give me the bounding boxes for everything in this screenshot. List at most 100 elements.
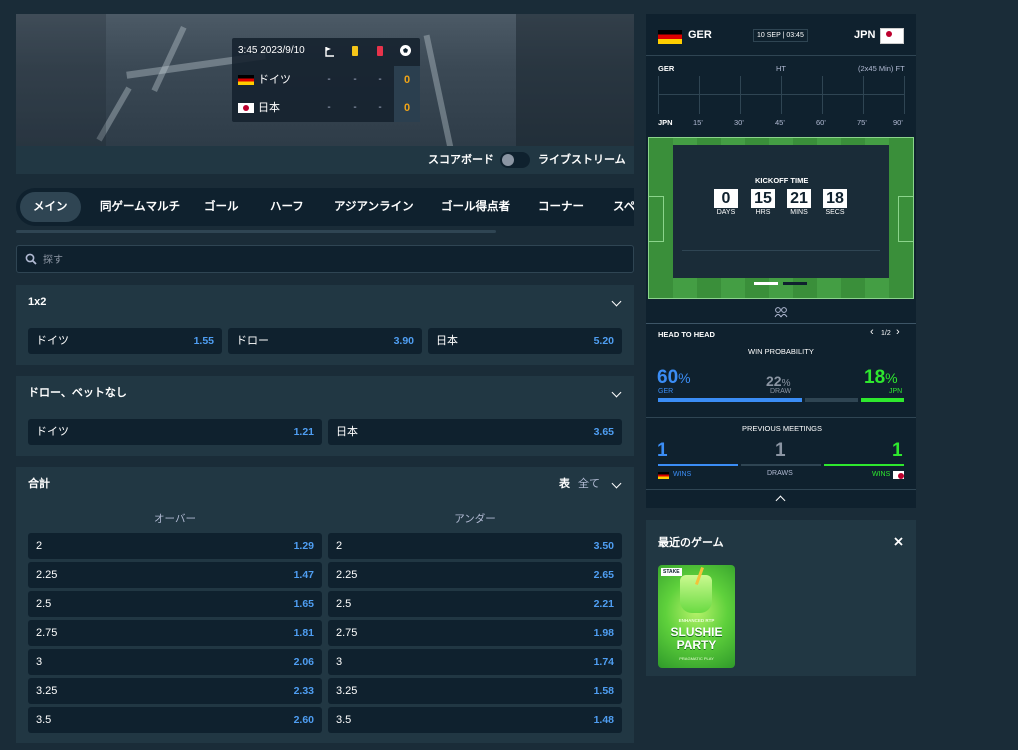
- odds-value: 1.47: [293, 569, 314, 581]
- home-wins-label: WINS: [673, 471, 692, 478]
- h2h-page-indicator: 1/2: [881, 330, 891, 337]
- line-value: 2: [336, 540, 343, 552]
- away-wins-bar: [824, 464, 904, 466]
- home-team-code: GER: [688, 29, 712, 41]
- odds-value: 5.20: [593, 335, 614, 347]
- home-wins-bar: [658, 464, 738, 466]
- red-cards-value: -: [378, 102, 382, 113]
- away-win-pct-value: 18: [864, 367, 886, 388]
- odds-value: 2.21: [593, 598, 614, 610]
- chevron-down-icon: [611, 387, 622, 398]
- countdown-label: MINS: [790, 209, 808, 216]
- divider: [646, 417, 916, 418]
- odds-value: 2.06: [293, 656, 314, 668]
- under-odds-button[interactable]: 2 3.50: [328, 533, 622, 559]
- timeline-tick: 60': [816, 118, 826, 127]
- under-odds-button[interactable]: 3.25 1.58: [328, 678, 622, 704]
- carousel-dot-active[interactable]: [754, 282, 778, 285]
- scoreboard-row-home: ドイツ - - - 0: [232, 66, 420, 94]
- germany-flag-icon: [658, 472, 669, 479]
- germany-flag-icon: [658, 30, 682, 44]
- game-card-slushie-party[interactable]: STAKE ENHANCED RTP SLUSHIE PARTY PRAGMAT…: [658, 565, 735, 668]
- tab-half[interactable]: ハーフ: [270, 188, 304, 226]
- odds-value: 1.98: [593, 627, 614, 639]
- draws-bar: [741, 464, 821, 466]
- tabs-scrollbar[interactable]: [16, 230, 496, 233]
- over-odds-button[interactable]: 3.5 2.60: [28, 707, 322, 733]
- under-odds-button[interactable]: 2.5 2.21: [328, 591, 622, 617]
- under-odds-button[interactable]: 2.75 1.98: [328, 620, 622, 646]
- timeline-gridline: [863, 76, 864, 114]
- tab-goals[interactable]: ゴール: [204, 188, 239, 226]
- carousel-dot[interactable]: [783, 282, 807, 285]
- home-label: GER: [658, 388, 674, 395]
- close-icon[interactable]: [894, 537, 903, 546]
- away-wins-label: WINS: [872, 471, 891, 478]
- under-odds-button[interactable]: 3.5 1.48: [328, 707, 622, 733]
- h2h-title: HEAD TO HEAD: [658, 330, 715, 339]
- away-prob-segment: [860, 398, 904, 402]
- market-header[interactable]: ドロー、ベットなし: [16, 376, 634, 410]
- countdown-label: HRS: [755, 209, 771, 216]
- search-input[interactable]: [41, 246, 625, 274]
- over-odds-button[interactable]: 3.25 2.33: [28, 678, 322, 704]
- table-view-label[interactable]: 表: [559, 467, 570, 501]
- market-draw-no-bet: ドロー、ベットなし ドイツ 1.21 日本 3.65: [16, 376, 634, 456]
- market-header[interactable]: 合計 表 全て: [16, 467, 634, 501]
- odds-button[interactable]: ドロー 3.90: [228, 328, 422, 354]
- market-header[interactable]: 1x2: [16, 285, 634, 319]
- odds-button[interactable]: ドイツ 1.55: [28, 328, 222, 354]
- timeline-home: GER: [658, 64, 675, 73]
- under-column-header: アンダー: [454, 513, 496, 525]
- odds-button[interactable]: 日本 5.20: [428, 328, 622, 354]
- team-name: 日本: [258, 102, 280, 114]
- odds-button[interactable]: ドイツ 1.21: [28, 419, 322, 445]
- under-odds-button[interactable]: 2.25 2.65: [328, 562, 622, 588]
- over-odds-button[interactable]: 3 2.06: [28, 649, 322, 675]
- goals-value: 0: [394, 94, 420, 122]
- line-value: 3.5: [36, 714, 52, 726]
- corners-value: -: [327, 102, 331, 113]
- timeline-tick: 90': [893, 118, 903, 127]
- outcome-label: ドロー: [236, 335, 269, 347]
- livestream-toggle[interactable]: [500, 152, 530, 168]
- over-odds-button[interactable]: 2.5 1.65: [28, 591, 322, 617]
- lineup-icon[interactable]: [774, 306, 788, 318]
- tab-same-game-multi[interactable]: 同ゲームマルチ: [100, 188, 180, 226]
- line-value: 3: [36, 656, 43, 668]
- odds-button[interactable]: 日本 3.65: [328, 419, 622, 445]
- draw-pct: 22%: [766, 373, 790, 389]
- odds-value: 3.50: [593, 540, 614, 552]
- countdown-minutes: 21: [787, 189, 811, 208]
- line-value: 3.5: [336, 714, 352, 726]
- scoreboard-label: スコアボード: [428, 154, 494, 166]
- draw-label: DRAW: [770, 388, 792, 395]
- over-odds-button[interactable]: 2.25 1.47: [28, 562, 322, 588]
- odds-value: 1.48: [593, 714, 614, 726]
- yellow-cards-value: -: [353, 74, 357, 85]
- odds-value: 2.65: [593, 569, 614, 581]
- line-value: 2.5: [336, 598, 352, 610]
- tab-main[interactable]: メイン: [20, 192, 81, 222]
- provider-badge: STAKE: [661, 568, 682, 576]
- chevron-right-icon[interactable]: ›: [896, 326, 900, 338]
- divider: [682, 250, 880, 251]
- market-title: 合計: [28, 478, 50, 490]
- over-odds-button[interactable]: 2.75 1.81: [28, 620, 322, 646]
- line-filter-select[interactable]: 全て: [578, 467, 600, 501]
- under-odds-button[interactable]: 3 1.74: [328, 649, 622, 675]
- timeline-ht: HT: [776, 64, 786, 73]
- search-icon: [25, 253, 37, 265]
- tab-corners[interactable]: コーナー: [538, 188, 584, 226]
- line-value: 2.25: [336, 569, 358, 581]
- chevron-left-icon[interactable]: ‹: [870, 326, 874, 338]
- divider: [646, 489, 916, 490]
- tab-asian-lines[interactable]: アジアンライン: [334, 188, 414, 226]
- outcome-label: ドイツ: [36, 335, 69, 347]
- yellow-card-icon: [352, 46, 358, 56]
- corner-flag-icon: [325, 47, 334, 57]
- tab-goalscorer[interactable]: ゴール得点者: [441, 188, 510, 226]
- draw-pct-value: 22: [766, 373, 782, 389]
- over-odds-button[interactable]: 2 1.29: [28, 533, 322, 559]
- tab-specials[interactable]: スペ: [613, 188, 634, 226]
